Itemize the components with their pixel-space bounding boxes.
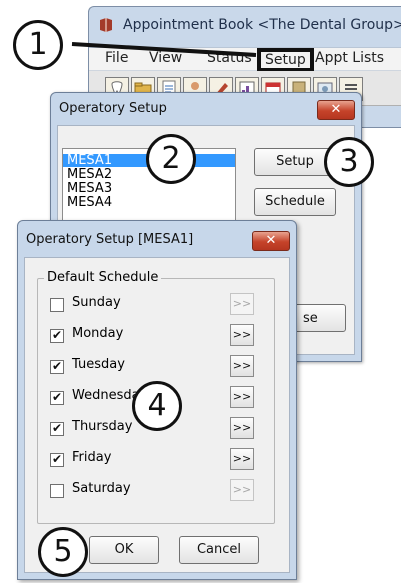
callout-1: 1	[13, 20, 63, 70]
callout-5: 5	[38, 527, 88, 577]
callout-2: 2	[146, 134, 196, 184]
callout-3: 3	[324, 137, 374, 187]
callout-connector	[71, 42, 257, 57]
callout-4: 4	[132, 381, 182, 431]
